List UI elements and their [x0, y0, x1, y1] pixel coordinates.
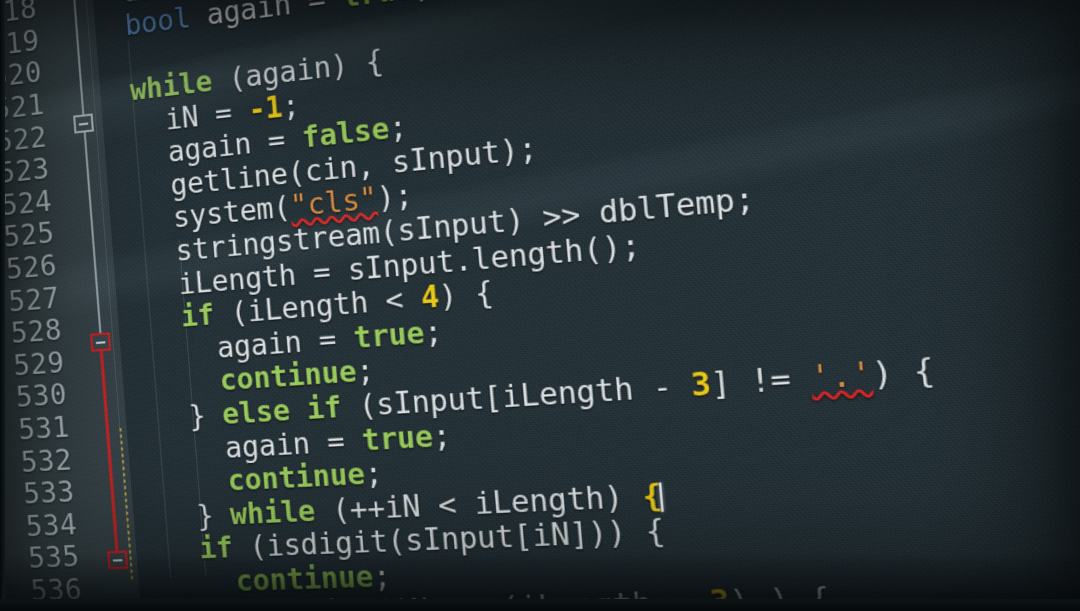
fold-toggle-minus-icon[interactable] — [107, 550, 129, 570]
code-token-text: ; — [422, 315, 444, 351]
code-token-number: -1 — [247, 90, 284, 128]
code-token-text: ) { — [870, 353, 937, 394]
monitor-bezel-bottom — [0, 599, 1080, 611]
code-token-keyword: continue — [234, 561, 375, 599]
fold-toggle-minus-icon[interactable] — [90, 332, 112, 352]
fold-range-bar-error — [98, 333, 119, 557]
fold-toggle-minus-icon[interactable] — [73, 113, 94, 134]
code-token-text: ); — [375, 179, 414, 217]
code-token-keyword: continue — [226, 458, 367, 499]
code-token-text: again = — [188, 0, 344, 35]
code-token-text: (sInput[iLength - — [340, 368, 693, 425]
code-token-char-literal: '.' — [809, 357, 874, 398]
code-editor-screenshot: 5165175185195205215225235245255265275285… — [0, 0, 1080, 611]
code-token-text: ; — [371, 560, 393, 595]
code-token-keyword: true — [352, 316, 426, 356]
code-token-text: ) { — [437, 276, 495, 315]
code-token-text: } — [187, 399, 224, 434]
code-line[interactable]: bool again = true; — [124, 0, 433, 43]
code-token-text: ; — [412, 0, 433, 6]
line-number: 535 — [27, 540, 81, 576]
code-token-keyword: if — [179, 299, 216, 335]
code-token-text: ; — [431, 419, 453, 455]
monitor-bezel-left — [0, 0, 5, 611]
code-token-text: ; — [355, 354, 376, 390]
code-token-text: ; — [363, 457, 384, 492]
code-text-area[interactable]: string sInput;int iLength, iN;double dbl… — [80, 0, 1080, 611]
code-token-text: ; — [387, 110, 409, 147]
code-token-keyword: true — [341, 0, 414, 15]
code-token-keyword: if — [198, 532, 235, 567]
code-token-text: ; — [281, 88, 301, 124]
code-token-text: ] != — [709, 361, 813, 404]
code-line[interactable]: continue; — [235, 560, 393, 598]
monitor-screen-panel: 5165175185195205215225235245255265275285… — [0, 0, 1080, 611]
fold-range-bar — [66, 0, 85, 116]
code-token-keyword: true — [360, 420, 435, 458]
line-number: 534 — [24, 508, 79, 544]
code-token-text: } — [195, 499, 232, 534]
code-token-keyword: while — [228, 495, 317, 532]
